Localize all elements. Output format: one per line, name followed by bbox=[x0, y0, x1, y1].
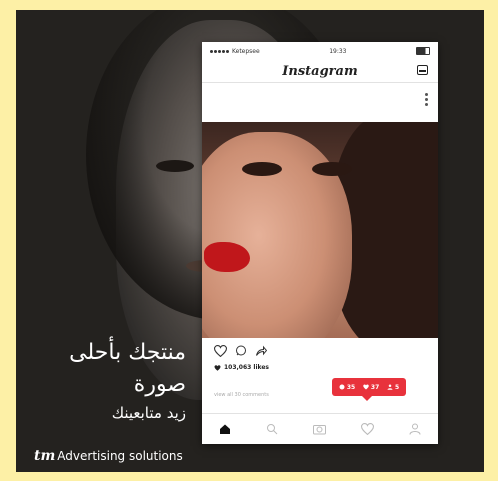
carrier: Ketepsee bbox=[210, 48, 260, 55]
brand-tagline: Advertising solutions bbox=[57, 449, 183, 463]
likes-label: 103,063 likes bbox=[224, 364, 269, 371]
person-icon bbox=[387, 384, 393, 390]
heart-filled-icon bbox=[363, 384, 369, 390]
brand-footer: tm Advertising solutions bbox=[34, 448, 183, 464]
view-comments-link[interactable]: view all 30 comments bbox=[214, 392, 269, 398]
more-icon[interactable] bbox=[425, 93, 428, 106]
photo-lips bbox=[204, 242, 250, 272]
activity-notification: 35 37 5 bbox=[332, 378, 406, 401]
status-bar: Ketepsee 19:33 bbox=[202, 42, 438, 60]
photo-eye bbox=[312, 162, 352, 176]
heart-icon[interactable] bbox=[213, 342, 228, 361]
post-actions bbox=[213, 342, 268, 361]
notif-followers-count: 5 bbox=[394, 383, 400, 391]
carrier-label: Ketepsee bbox=[232, 47, 260, 55]
camera-icon[interactable] bbox=[312, 423, 326, 435]
heart-filled-icon bbox=[214, 364, 221, 371]
share-icon[interactable] bbox=[255, 342, 268, 361]
post-photo bbox=[202, 122, 438, 338]
likes-count: 103,063 likes bbox=[214, 364, 269, 371]
notif-followers: 5 bbox=[387, 384, 399, 391]
status-time: 19:33 bbox=[329, 47, 347, 55]
comment-icon[interactable] bbox=[235, 342, 247, 361]
signal-icon bbox=[210, 49, 229, 53]
headline-line2: صورة bbox=[133, 372, 186, 397]
home-icon[interactable] bbox=[219, 423, 231, 435]
activity-icon[interactable] bbox=[360, 423, 374, 435]
inbox-icon[interactable] bbox=[417, 65, 428, 75]
headline-line1: منتجك بأحلى bbox=[69, 340, 186, 365]
photo-eye bbox=[242, 162, 282, 176]
profile-icon[interactable] bbox=[409, 423, 421, 435]
notif-likes: 37 bbox=[363, 384, 379, 391]
app-title: Instagram bbox=[282, 63, 358, 79]
phone-mockup: Ketepsee 19:33 Instagram 103,063 likes v… bbox=[202, 42, 438, 444]
post-header bbox=[202, 83, 438, 123]
notif-comments: 35 bbox=[339, 384, 355, 391]
comment-bubble-icon bbox=[339, 384, 345, 390]
face-eye bbox=[156, 160, 194, 172]
tab-bar bbox=[202, 413, 438, 444]
battery-icon bbox=[416, 47, 430, 55]
notif-likes-count: 37 bbox=[370, 383, 380, 391]
notif-comments-count: 35 bbox=[346, 383, 356, 391]
app-navbar: Instagram bbox=[202, 60, 438, 83]
subline: زيد متابعينك bbox=[111, 404, 186, 422]
brand-logo: tm bbox=[34, 448, 56, 464]
search-icon[interactable] bbox=[266, 423, 278, 435]
